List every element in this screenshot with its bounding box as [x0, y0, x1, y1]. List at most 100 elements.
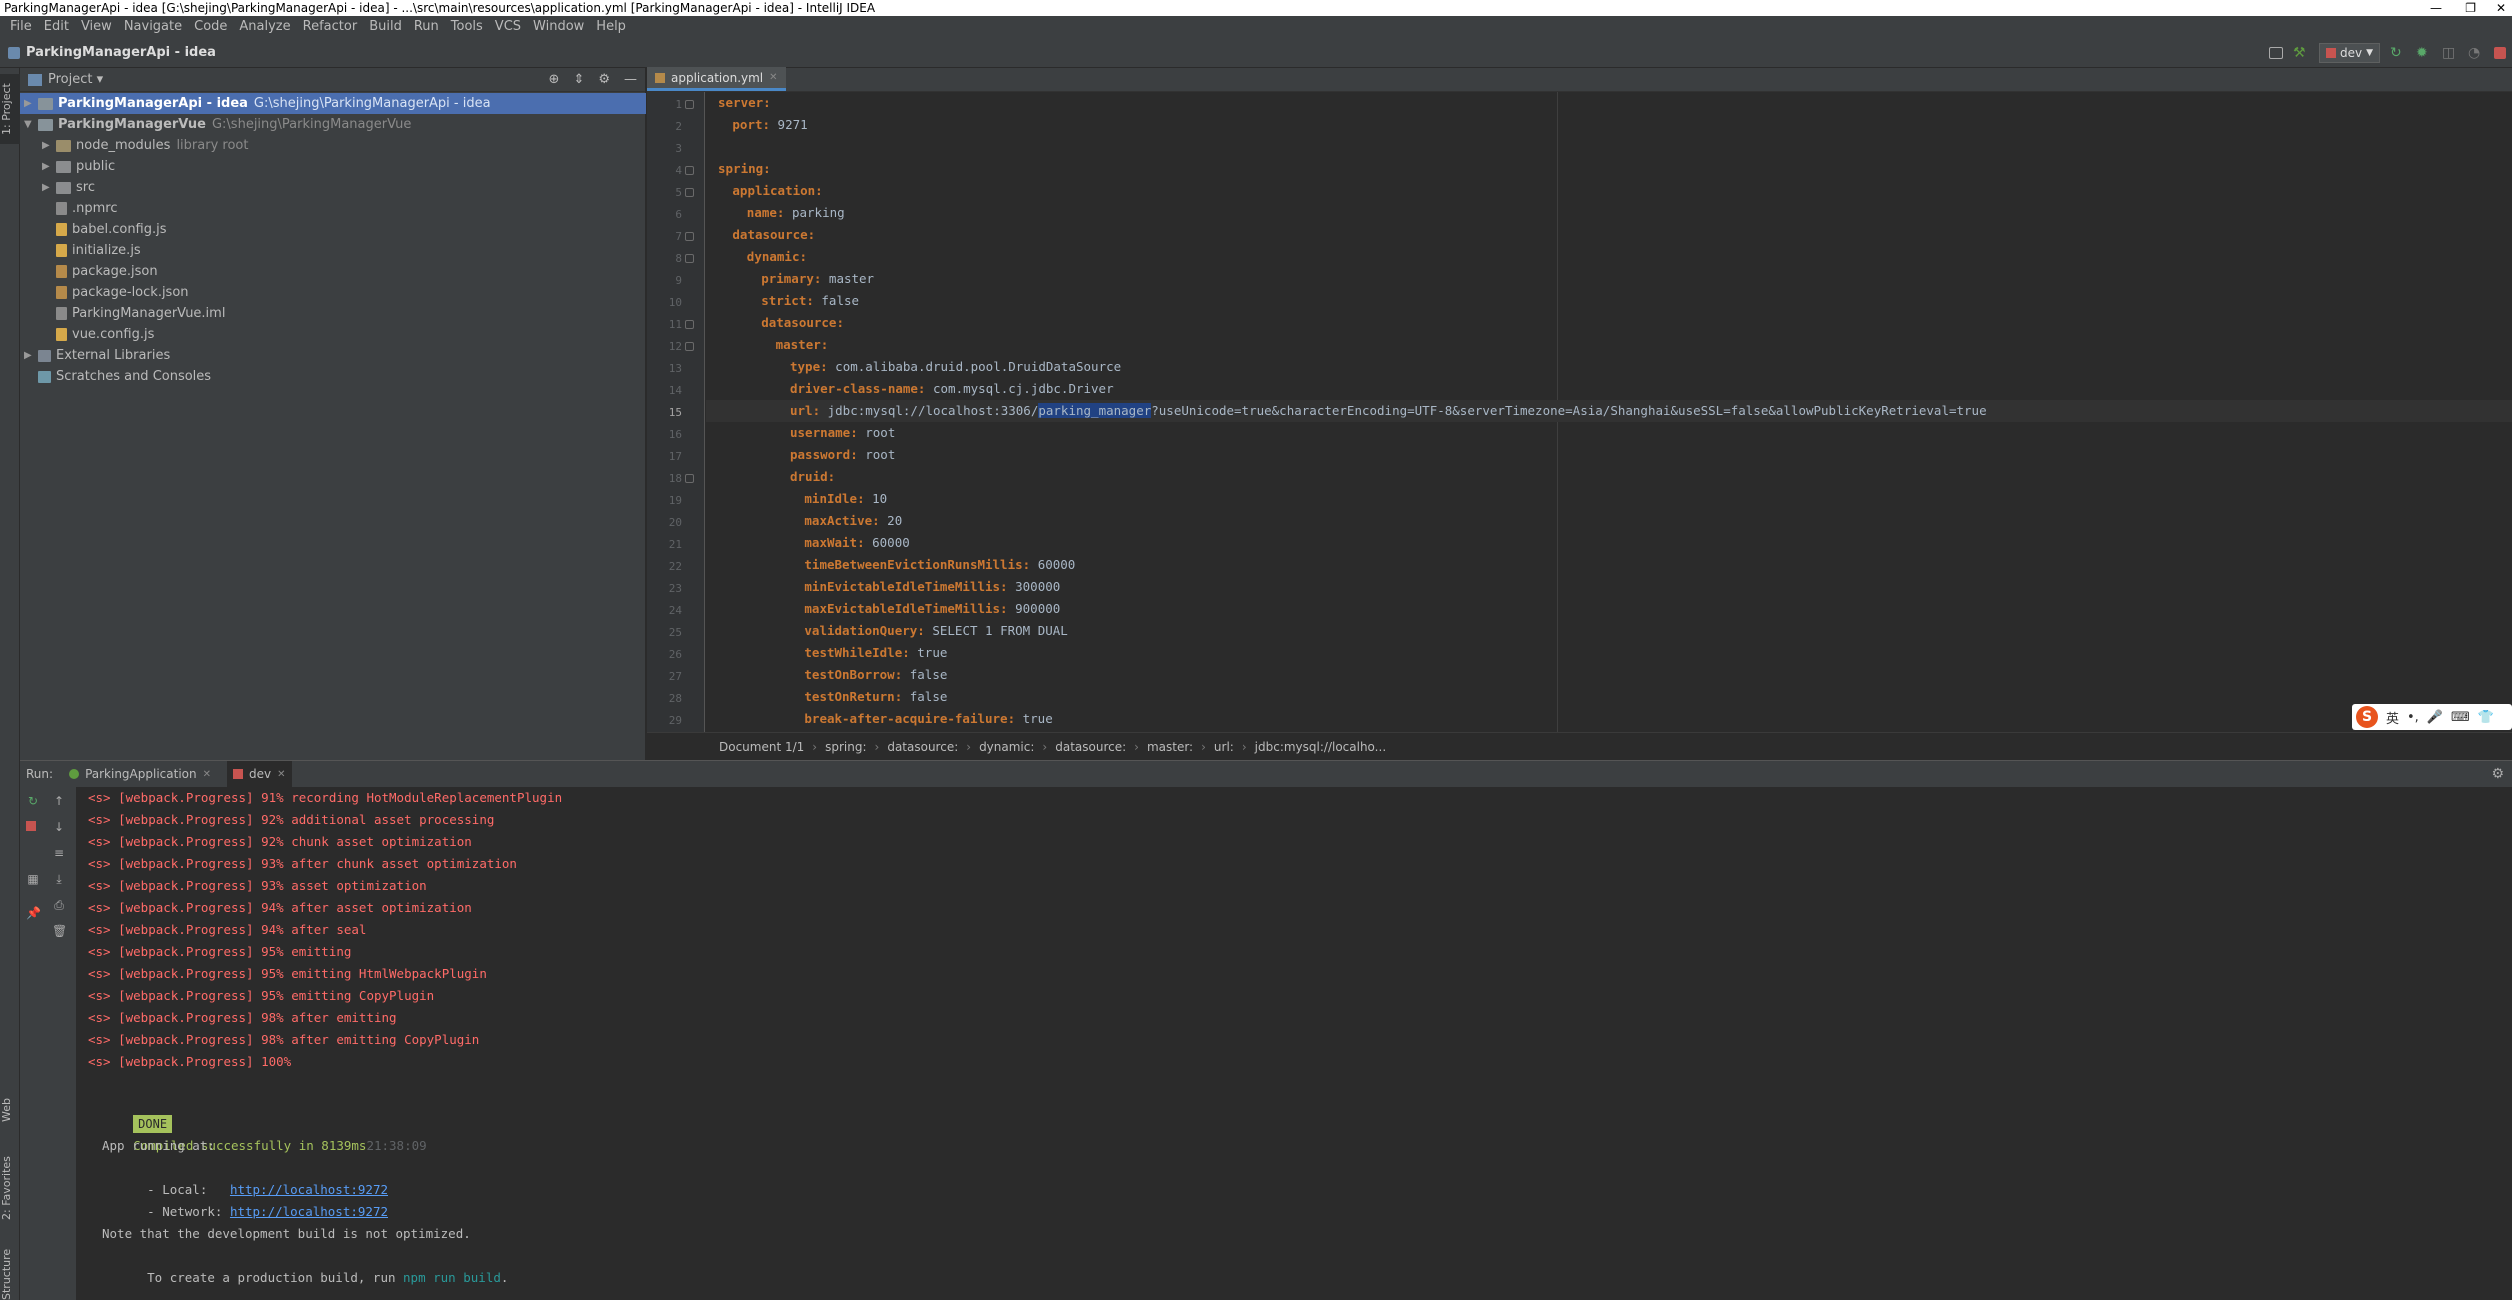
print-icon[interactable]: ⎙ [52, 899, 66, 911]
maximize-icon[interactable]: ❐ [2465, 0, 2476, 16]
tree-item-parkingmanagerapi[interactable]: ▶ ParkingManagerApi - idea G:\shejing\Pa… [20, 93, 646, 114]
chevron-right-icon[interactable]: ▶ [42, 161, 52, 172]
chevron-right-icon[interactable]: ▶ [42, 140, 52, 151]
locate-icon[interactable]: ⊕ [549, 72, 560, 87]
chevron-down-icon[interactable]: ▼ [24, 119, 34, 130]
tree-item-package-lock[interactable]: package-lock.json [20, 282, 646, 303]
chevron-right-icon[interactable]: ▶ [42, 182, 52, 193]
breadcrumb-item[interactable]: jdbc:mysql://localho... [1255, 740, 1386, 754]
project-view-select[interactable]: Project ▾ [48, 72, 103, 87]
punctuation-icon[interactable]: •, [2407, 710, 2419, 725]
fold-marker-icon[interactable] [685, 320, 694, 329]
library-icon [38, 349, 51, 362]
tree-item-scratches[interactable]: Scratches and Consoles [20, 366, 646, 387]
menu-vcs[interactable]: VCS [489, 16, 527, 38]
gear-icon[interactable]: ⚙ [598, 72, 610, 87]
menu-edit[interactable]: Edit [38, 16, 75, 38]
chevron-right-icon[interactable]: ▶ [24, 98, 34, 109]
code-area[interactable]: server: port: 9271 spring: application: name… [706, 92, 2512, 732]
menu-tools[interactable]: Tools [445, 16, 489, 38]
tree-item-babel-config[interactable]: babel.config.js [20, 219, 646, 240]
breadcrumb-item[interactable]: datasource: [887, 740, 958, 754]
collapse-all-icon[interactable]: ⇕ [573, 72, 584, 87]
fold-marker-icon[interactable] [685, 166, 694, 175]
scroll-down-icon[interactable]: ↓ [52, 821, 66, 833]
scroll-to-end-icon[interactable]: ⤓ [52, 873, 66, 885]
fold-marker-icon[interactable] [685, 254, 694, 263]
microphone-icon[interactable]: 🎤 [2427, 710, 2443, 725]
menu-refactor[interactable]: Refactor [297, 16, 364, 38]
skin-icon[interactable]: 👕 [2478, 710, 2494, 725]
run-tab-parkingapplication[interactable]: ParkingApplication ✕ [63, 761, 217, 787]
layout-icon[interactable] [2268, 47, 2283, 59]
breadcrumb-item[interactable]: dynamic: [979, 740, 1034, 754]
breadcrumb[interactable]: ParkingManagerApi - idea [26, 45, 216, 60]
profile-icon[interactable]: ◔ [2468, 45, 2484, 61]
keyboard-icon[interactable]: ⌨ [2451, 710, 2470, 725]
layout-icon[interactable]: ▦ [26, 873, 40, 885]
console-output[interactable]: <s> [webpack.Progress] 91% recording Hot… [76, 787, 2512, 1300]
tab-project[interactable]: 1: Project [0, 74, 20, 144]
code-line: testOnReturn: false [706, 686, 2512, 708]
menu-build[interactable]: Build [363, 16, 408, 38]
breadcrumb-item[interactable]: spring: [825, 740, 866, 754]
build-hammer-icon[interactable]: ⚒ [2293, 45, 2309, 61]
tree-item-public[interactable]: ▶ public [20, 156, 646, 177]
tree-item-external-libraries[interactable]: ▶ External Libraries [20, 345, 646, 366]
tree-item-parkingmanagervue[interactable]: ▼ ParkingManagerVue G:\shejing\ParkingMa… [20, 114, 646, 135]
menu-analyze[interactable]: Analyze [233, 16, 296, 38]
coverage-icon[interactable]: ◫ [2442, 45, 2458, 61]
close-icon[interactable]: ✕ [2496, 0, 2506, 16]
yaml-value: 60000 [1030, 557, 1076, 572]
tab-application-yml[interactable]: application.yml ✕ [647, 67, 786, 91]
trash-icon[interactable]: 🗑 [52, 925, 67, 937]
menu-run[interactable]: Run [408, 16, 445, 38]
stop-icon[interactable] [2494, 47, 2506, 59]
ime-language[interactable]: 英 [2386, 708, 2399, 727]
breadcrumb-item[interactable]: master: [1147, 740, 1193, 754]
fold-marker-icon[interactable] [685, 232, 694, 241]
menu-code[interactable]: Code [188, 16, 233, 38]
tree-item-initialize[interactable]: initialize.js [20, 240, 646, 261]
tree-item-vue-config[interactable]: vue.config.js [20, 324, 646, 345]
chevron-right-icon[interactable]: ▶ [24, 350, 34, 361]
debug-icon[interactable]: ✹ [2416, 45, 2432, 61]
rerun-icon[interactable]: ↻ [26, 795, 40, 807]
menu-view[interactable]: View [75, 16, 118, 38]
menu-file[interactable]: File [4, 16, 38, 38]
menu-help[interactable]: Help [590, 16, 632, 38]
breadcrumb-item[interactable]: Document 1/1 [719, 740, 804, 754]
code-line: minIdle: 10 [706, 488, 2512, 510]
gear-icon[interactable]: ⚙ [2491, 766, 2504, 782]
run-tab-dev[interactable]: dev ✕ [227, 761, 292, 787]
minimize-icon[interactable]: — [2430, 0, 2442, 16]
breadcrumb-item[interactable]: url: [1214, 740, 1234, 754]
fold-marker-icon[interactable] [685, 474, 694, 483]
run-configuration-select[interactable]: dev ▼ [2318, 43, 2380, 63]
fold-marker-icon[interactable] [685, 100, 694, 109]
console-line: <s> [webpack.Progress] 93% asset optimiz… [88, 878, 427, 893]
network-url-link[interactable]: http://localhost:9272 [230, 1204, 388, 1219]
rerun-icon[interactable]: ↻ [2390, 45, 2406, 61]
stop-icon[interactable] [26, 821, 36, 831]
scroll-up-icon[interactable]: ↑ [52, 795, 66, 807]
soft-wrap-icon[interactable]: ≡ [52, 847, 66, 859]
tab-favorites[interactable]: 2: Favorites [0, 1148, 20, 1228]
tree-item-iml[interactable]: ParkingManagerVue.iml [20, 303, 646, 324]
breadcrumb-item[interactable]: datasource: [1055, 740, 1126, 754]
close-tab-icon[interactable]: ✕ [277, 769, 285, 780]
menu-navigate[interactable]: Navigate [118, 16, 188, 38]
tab-web[interactable]: Web [0, 1088, 20, 1132]
tree-item-node-modules[interactable]: ▶ node_modules library root [20, 135, 646, 156]
tree-item-npmrc[interactable]: .npmrc [20, 198, 646, 219]
tree-item-package-json[interactable]: package.json [20, 261, 646, 282]
tree-item-src[interactable]: ▶ src [20, 177, 646, 198]
close-tab-icon[interactable]: ✕ [203, 769, 211, 780]
close-tab-icon[interactable]: ✕ [769, 72, 777, 83]
hide-icon[interactable]: — [624, 72, 637, 87]
pin-icon[interactable]: 📌 [26, 907, 41, 919]
fold-marker-icon[interactable] [685, 342, 694, 351]
fold-marker-icon[interactable] [685, 188, 694, 197]
menu-window[interactable]: Window [527, 16, 590, 38]
tab-structure[interactable]: Structure [0, 1248, 20, 1300]
